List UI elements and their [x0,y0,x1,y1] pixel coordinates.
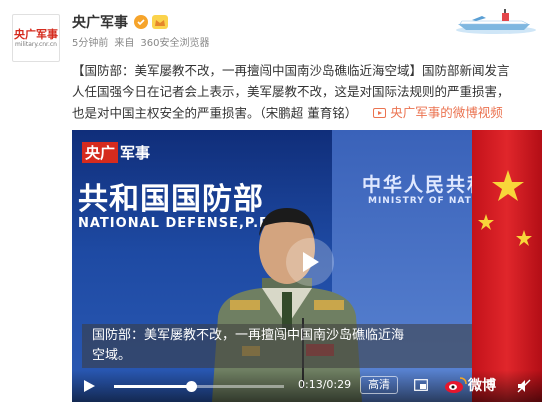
duration: 0:29 [326,378,352,391]
play-icon [303,252,319,272]
video-link-icon [373,107,387,118]
progress-handle[interactable] [185,381,197,392]
avatar-subtitle: military.cnr.cn [15,40,57,48]
post-meta: 5分钟前 来自 360安全浏览器 [72,34,215,49]
play-icon[interactable] [82,379,96,393]
progress-fill [114,385,191,388]
avatar[interactable]: 央广军事 military.cnr.cn [12,14,60,62]
weibo-icon [445,377,467,393]
video-link[interactable]: 央广军事的微博视频 [373,102,503,123]
account-name[interactable]: 央广军事 [72,12,128,32]
weibo-label: 微博 [468,378,496,394]
aircraft-carrier-decoration-icon [456,9,536,34]
wall-sign-text-right: 中华人民共和 [362,174,489,196]
picture-in-picture-icon[interactable] [414,379,428,391]
source-prefix: 来自 [114,38,135,49]
video-link-label: 央广军事的微博视频 [390,105,503,120]
video-controls: 0:13/0:29 高清 微博 [72,370,542,402]
subtitle-line: 国防部：美军屡教不改，一再擅闯中国南沙岛礁临近海 [92,328,405,343]
post-time[interactable]: 5分钟前 [72,38,108,49]
weibo-logo[interactable]: 微博 [444,375,496,395]
video-subtitle: 国防部：美军屡教不改，一再擅闯中国南沙岛礁临近海 空域。 [82,324,472,368]
channel-logo: 央广 军事 [82,140,150,164]
account-name-row: 央广军事 [72,12,168,32]
post-source[interactable]: 360安全浏览器 [140,38,209,49]
post-header: 央广军事 military.cnr.cn 央广军事 5分钟前 来自 360安全浏览器 [0,0,550,62]
flag-image [472,130,542,402]
channel-logo-red: 央广 [82,141,119,163]
time-display: 0:13/0:29 [298,378,352,391]
current-time: 0:13 [298,378,323,391]
post-text: 【国防部：美军屡教不改，一再擅闯中国南沙岛礁临近海空域】国防部新闻发言 人任国强… [72,60,542,123]
progress-bar[interactable] [114,381,284,392]
post-text-line: 【国防部：美军屡教不改，一再擅闯中国南沙岛礁临近海空域】国防部新闻发言 [72,63,510,78]
flag-stars-icon [478,170,532,246]
volume-muted-icon[interactable] [516,378,532,394]
channel-logo-white: 军事 [120,143,151,162]
verified-icon [134,15,148,29]
post-text-line: 也是对中国主权安全的严重损害。（宋鹏超 董育铭） 央广军事的微博视频 [72,102,542,123]
post-text-segment: 也是对中国主权安全的严重损害。（宋鹏超 董育铭） [72,105,358,121]
video-player[interactable]: 共和国国防部 NATIONAL DEFENSE,P.R.C. 中华人民共和 MI… [72,130,542,402]
post-text-line: 人任国强今日在记者会上表示，美军屡教不改，这是对国际法规则的严重损害， [72,84,510,99]
vip-badge-icon[interactable] [152,15,168,29]
subtitle-line: 空域。 [92,348,132,363]
avatar-logo: 央广军事 [14,27,58,41]
center-play-button[interactable] [286,238,334,286]
quality-button[interactable]: 高清 [360,376,398,394]
